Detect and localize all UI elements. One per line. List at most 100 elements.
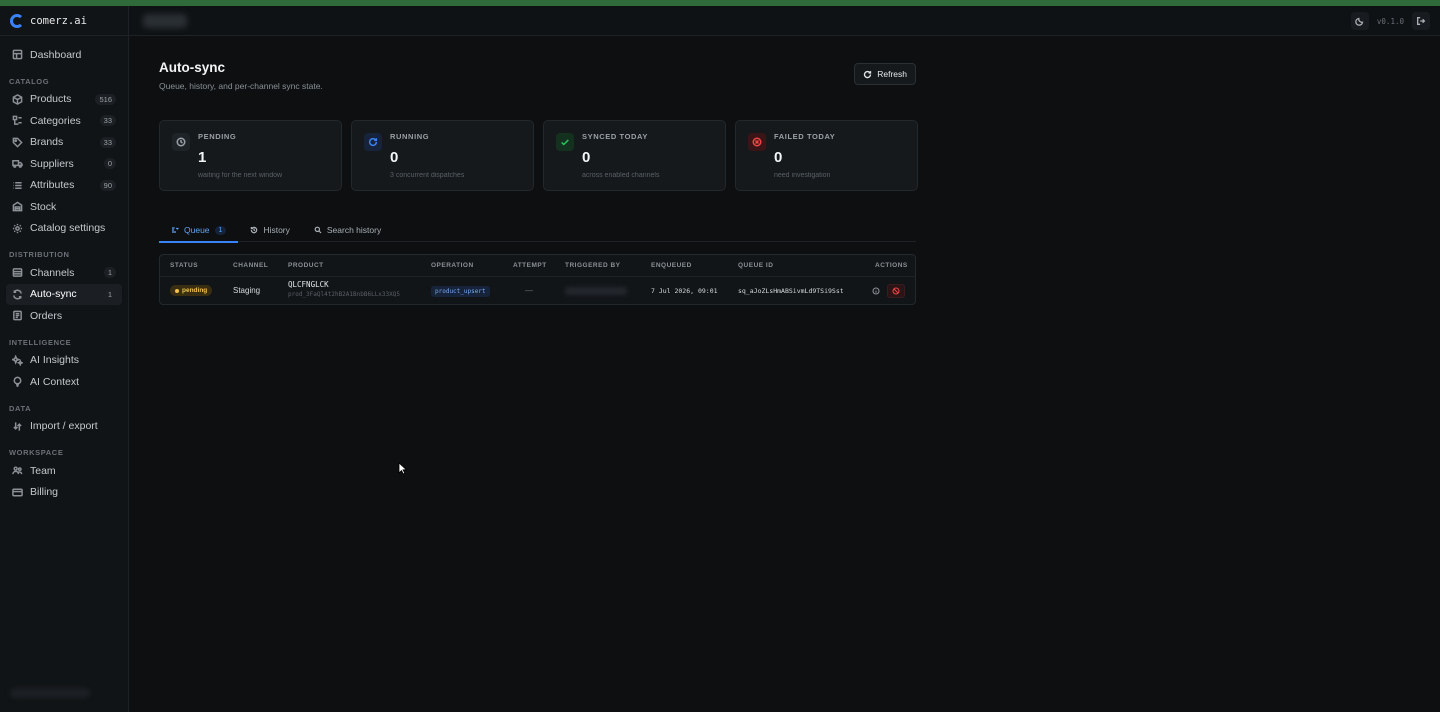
stat-card-label: FAILED TODAY [774, 132, 836, 141]
sidebar-item-auto-sync[interactable]: Auto-sync 1 [6, 283, 122, 305]
brand[interactable]: comerz.ai [0, 6, 128, 36]
refresh-icon [864, 70, 872, 78]
stat-card-failed-today: FAILED TODAY 0 need investigation [735, 120, 918, 191]
queue-icon [172, 227, 179, 233]
brand-name: comerz.ai [30, 14, 87, 27]
main-content: Auto-sync Queue, history, and per-channe… [159, 60, 918, 305]
product-name[interactable]: QLCFNGLCK [288, 280, 400, 289]
sidebar-item-brands[interactable]: Brands 33 [6, 132, 122, 154]
sidebar-item-count: 1 [103, 267, 116, 279]
sidebar-item-count: 33 [99, 115, 116, 127]
sidebar-item-ai-context[interactable]: AI Context [6, 371, 122, 393]
triggered-by-redacted [565, 286, 627, 295]
refresh-button[interactable]: Refresh [854, 63, 916, 85]
sidebar-item-catalog-settings[interactable]: Catalog settings [6, 218, 122, 240]
stat-card-label: PENDING [198, 132, 237, 141]
page-subtitle: Queue, history, and per-channel sync sta… [159, 81, 323, 91]
sidebar-item-count: 90 [99, 179, 116, 191]
categories-icon [11, 115, 23, 127]
sidebar-item-dashboard[interactable]: Dashboard [6, 44, 122, 66]
sidebar-item-import-export[interactable]: Import / export [6, 416, 122, 438]
column-header-triggered-by: TRIGGERED BY [565, 262, 621, 269]
sidebar-item-ai-insights[interactable]: AI Insights [6, 350, 122, 372]
stat-card-value: 0 [774, 149, 783, 166]
gear-icon [11, 222, 23, 234]
column-header-channel: CHANNEL [233, 262, 269, 269]
spinner-icon [368, 137, 378, 147]
sidebar-item-products[interactable]: Products 516 [6, 89, 122, 111]
spinner-icon [364, 133, 382, 151]
billing-icon [11, 486, 23, 498]
x-circle-icon [752, 137, 762, 147]
sparkle-icon [11, 354, 23, 366]
sidebar-item-stock[interactable]: Stock [6, 196, 122, 218]
sidebar-item-categories[interactable]: Categories 33 [6, 110, 122, 132]
stat-cards: PENDING 1 waiting for the next window RUNNI… [159, 120, 918, 191]
tag-icon [11, 136, 23, 148]
sidebar-section-catalog: CATALOG [9, 76, 50, 86]
stat-card-synced-today: SYNCED TODAY 0 across enabled channels [543, 120, 726, 191]
import-export-icon [12, 422, 22, 431]
team-icon [11, 465, 23, 477]
sidebar-section-workspace: WORKSPACE [9, 448, 64, 457]
orders-icon [11, 310, 23, 322]
sidebar-item-label: Suppliers [30, 157, 74, 170]
logout-button[interactable] [1412, 12, 1430, 30]
stat-card-value: 1 [198, 149, 207, 166]
operation-badge: product_upsert [431, 286, 490, 297]
cancel-icon [892, 286, 900, 295]
box-icon [12, 93, 22, 105]
truck-icon [11, 158, 23, 170]
sidebar-item-count: 0 [103, 158, 116, 170]
tab-queue[interactable]: Queue 1 [159, 218, 239, 243]
sidebar-item-team[interactable]: Team [6, 460, 122, 482]
warehouse-icon [12, 201, 22, 212]
refresh-label: Refresh [877, 69, 907, 79]
column-header-product: PRODUCT [288, 262, 324, 269]
sidebar-item-label: Stock [30, 200, 57, 213]
sidebar-item-attributes[interactable]: Attributes 90 [6, 175, 122, 197]
clock-icon [176, 137, 186, 147]
moon-icon [1355, 17, 1364, 26]
details-button[interactable] [867, 284, 885, 298]
stat-card-pending: PENDING 1 waiting for the next window [159, 120, 342, 191]
sidebar-item-label: Orders [30, 309, 63, 322]
sidebar-section-intelligence: INTELLIGENCE [9, 337, 72, 347]
dashboard-icon [12, 49, 22, 60]
sidebar-item-channels[interactable]: Channels 1 [6, 262, 122, 284]
sidebar-item-label: Attributes [30, 179, 75, 192]
stat-card-subtitle: across enabled channels [582, 172, 660, 179]
sidebar-footer-user[interactable] [10, 688, 90, 698]
sidebar-item-orders[interactable]: Orders [6, 305, 122, 327]
sidebar-item-suppliers[interactable]: Suppliers 0 [6, 153, 122, 175]
cancel-job-button[interactable] [887, 283, 905, 298]
table-row[interactable]: pending Staging QLCFNGLCK prod_3FaQl4t2hB2A… [160, 277, 915, 304]
column-header-attempt: ATTEMPT [513, 262, 547, 269]
column-header-queue-id: QUEUE ID [738, 262, 774, 269]
search-icon [314, 226, 322, 234]
tab-history[interactable]: History [238, 218, 301, 242]
stat-card-label: RUNNING [390, 132, 430, 141]
check-icon [556, 133, 574, 151]
tab-label: Queue [184, 225, 210, 235]
billing-icon [11, 488, 23, 497]
gear-icon [12, 223, 22, 233]
queue-id-cell[interactable]: sq_aJoZLsHmABSivmLd9TSi9Sst [738, 287, 844, 295]
context-icon [13, 376, 21, 388]
check-icon [561, 139, 569, 146]
tab-search-history[interactable]: Search history [302, 218, 393, 242]
tab-bar: Queue 1 History Search history [159, 218, 916, 243]
theme-toggle-button[interactable] [1350, 12, 1369, 30]
mouse-cursor-icon [398, 462, 408, 475]
enqueued-cell: 7 Jul 2026, 09:01 [651, 286, 718, 295]
sidebar-item-label: Channels [30, 266, 75, 279]
sidebar-item-label: Catalog settings [30, 222, 106, 235]
product-id: prod_3FaQl4t2hB2A1BnbB6LLx33XQ5 [288, 291, 400, 298]
sidebar-item-count: 1 [103, 288, 116, 300]
header-workspace-switcher[interactable] [143, 14, 187, 28]
sidebar-nav: Dashboard CATALOG Products 516 Categories 33 B… [0, 36, 128, 503]
stat-card-subtitle: need investigation [774, 172, 831, 179]
column-header-operation: OPERATION [431, 262, 474, 269]
orders-icon [12, 310, 22, 321]
sidebar-item-billing[interactable]: Billing [6, 482, 122, 504]
